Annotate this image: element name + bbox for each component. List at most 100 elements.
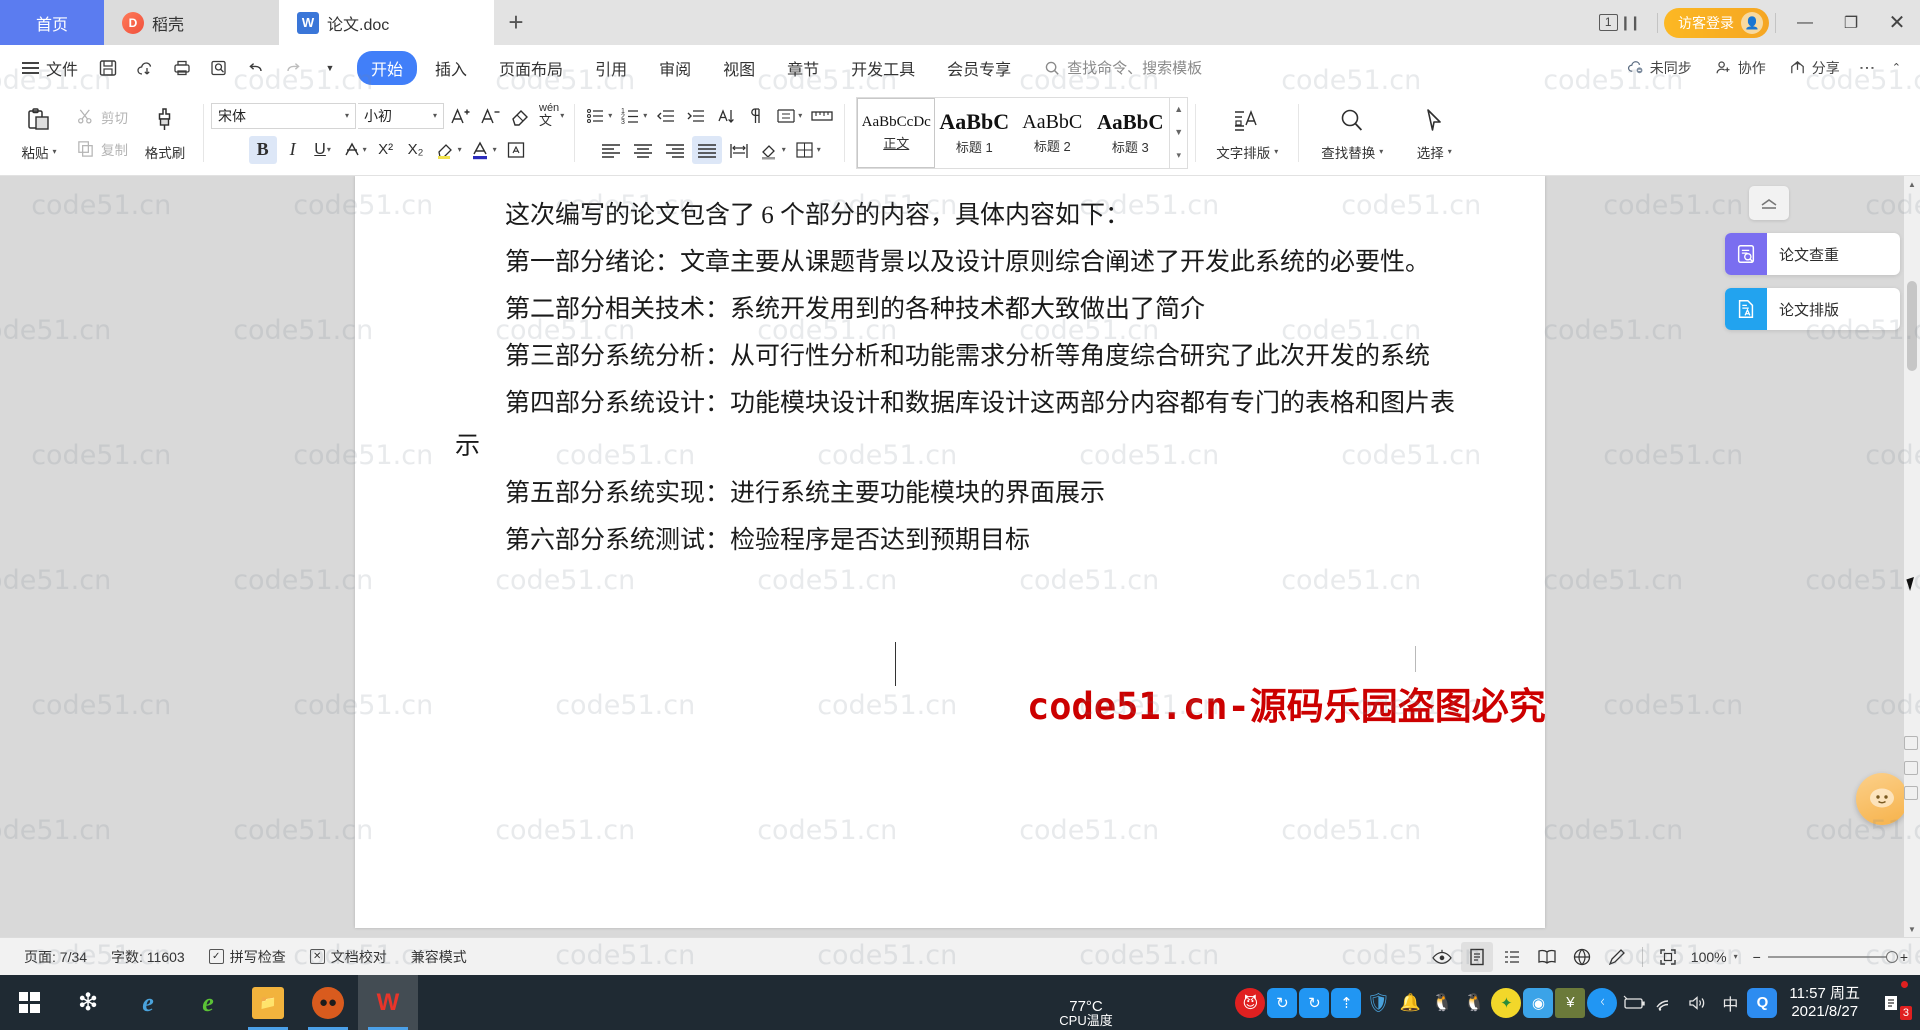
shrink-font-button[interactable]	[476, 102, 504, 130]
zoom-slider[interactable]: − +	[1753, 949, 1908, 965]
font-color-button[interactable]: ▾	[467, 136, 500, 164]
qq-music-icon[interactable]: ✦	[1491, 987, 1522, 1018]
pinwheel-app-icon[interactable]: ❇	[58, 975, 118, 1030]
italic-button[interactable]: I	[279, 136, 307, 164]
collapse-panel-icon[interactable]	[1749, 186, 1789, 220]
bullet-list-button[interactable]: ▾	[582, 102, 615, 130]
style-heading-2[interactable]: AaBbC 标题 2	[1013, 98, 1091, 168]
undo-icon[interactable]	[239, 52, 273, 84]
previous-page-icon[interactable]	[1904, 736, 1918, 750]
ribbon-tab-section[interactable]: 章节	[773, 51, 833, 85]
numbered-list-button[interactable]: 123 ▾	[617, 102, 650, 130]
ribbon-tab-member[interactable]: 会员专享	[933, 51, 1025, 85]
align-center-button[interactable]	[628, 136, 658, 164]
command-search[interactable]: 查找命令、搜索模板	[1043, 57, 1202, 78]
document-text-body[interactable]: 这次编写的论文包含了 6 个部分的内容，具体内容如下： 第一部分绪论：文章主要从…	[455, 194, 1455, 566]
expand-gallery-icon[interactable]: ▾	[1176, 150, 1181, 161]
ime-chinese-icon[interactable]: 中	[1715, 975, 1745, 1030]
new-tab-button[interactable]: +	[494, 0, 538, 45]
ribbon-tab-insert[interactable]: 插入	[421, 51, 481, 85]
money-tray-icon[interactable]: ¥	[1555, 987, 1586, 1018]
volume-icon[interactable]	[1683, 975, 1713, 1030]
copy-button[interactable]: 复制	[70, 137, 134, 161]
wifi-icon[interactable]	[1651, 975, 1681, 1030]
fullscreen-icon[interactable]	[1652, 942, 1684, 972]
save-icon[interactable]	[91, 52, 125, 84]
notification-center-icon[interactable]: 3	[1872, 975, 1914, 1030]
increase-indent-button[interactable]	[682, 102, 710, 130]
file-menu-button[interactable]: 文件	[12, 52, 88, 84]
page-count-indicator[interactable]: 1 ❙❙	[1587, 14, 1651, 31]
restore-button[interactable]: ❐	[1828, 0, 1874, 45]
style-heading-3[interactable]: AaBbC 标题 3	[1091, 98, 1169, 168]
ribbon-tab-view[interactable]: 视图	[709, 51, 769, 85]
zoom-out-button[interactable]: −	[1753, 949, 1761, 965]
ribbon-tab-home[interactable]: 开始	[357, 50, 418, 85]
pinyin-guide-button[interactable]: wén 文 ▾	[536, 102, 567, 130]
ruler-button[interactable]	[807, 102, 837, 130]
outline-view-icon[interactable]	[1496, 942, 1528, 972]
character-border-button[interactable]	[502, 136, 530, 164]
share-button[interactable]: 分享	[1779, 58, 1849, 78]
guest-login-button[interactable]: 访客登录 👤	[1664, 7, 1769, 38]
ribbon-tab-review[interactable]: 审阅	[645, 51, 705, 85]
select-button[interactable]: 选择 ▾	[1398, 94, 1470, 172]
document-page[interactable]: 这次编写的论文包含了 6 个部分的内容，具体内容如下： 第一部分绪论：文章主要从…	[355, 176, 1546, 928]
redo-icon[interactable]	[276, 52, 310, 84]
bell-tray-icon[interactable]: 🔔	[1395, 988, 1425, 1018]
page-select-icon[interactable]	[1904, 761, 1918, 775]
decrease-indent-button[interactable]	[652, 102, 680, 130]
paper-check-button[interactable]: 论文查重	[1725, 233, 1900, 275]
sync-tray-icon-2[interactable]: ↻	[1299, 987, 1330, 1018]
scroll-down-icon[interactable]: ▼	[1174, 127, 1183, 137]
print-layout-icon[interactable]	[1460, 941, 1493, 972]
pen-icon[interactable]	[1601, 942, 1633, 972]
document-canvas[interactable]: 这次编写的论文包含了 6 个部分的内容，具体内容如下： 第一部分绪论：文章主要从…	[0, 176, 1920, 937]
file-explorer-icon[interactable]: 📁	[238, 975, 298, 1030]
assistant-bubble-icon[interactable]	[1856, 773, 1908, 825]
collapse-ribbon-icon[interactable]: ⌃	[1883, 61, 1910, 74]
zoom-level[interactable]: 100% ▾	[1687, 949, 1742, 965]
taskbar-clock[interactable]: 11:57 周五 2021/8/27	[1779, 985, 1870, 1021]
format-painter-button[interactable]: 格式刷	[134, 94, 196, 172]
qq-tray-icon-2[interactable]: 🐧	[1459, 988, 1489, 1018]
page-indicator[interactable]: 页面: 7/34	[12, 947, 99, 967]
scroll-up-icon[interactable]: ▲	[1174, 104, 1183, 114]
paste-button[interactable]: 粘贴 ▾	[8, 94, 70, 172]
align-right-button[interactable]	[660, 136, 690, 164]
scroll-down-icon[interactable]: ▼	[1904, 921, 1920, 937]
qq-tray-icon-1[interactable]: 🐧	[1427, 988, 1457, 1018]
shading-button[interactable]: ▾	[756, 136, 789, 164]
tab-home[interactable]: 首页	[0, 0, 104, 45]
minimize-button[interactable]: —	[1782, 0, 1828, 45]
style-heading-1[interactable]: AaBbC 标题 1	[935, 98, 1013, 168]
tab-document[interactable]: W 论文.doc	[279, 0, 494, 45]
collaborate-button[interactable]: 协作	[1705, 58, 1775, 78]
raccoon-app-icon[interactable]: ●●	[298, 975, 358, 1030]
ribbon-tab-references[interactable]: 引用	[581, 51, 641, 85]
customize-caret-icon[interactable]: ▼	[313, 52, 347, 84]
upload-tray-icon[interactable]: ⇡	[1331, 987, 1362, 1018]
red-mask-tray-icon[interactable]: 😈	[1235, 987, 1266, 1018]
bluetooth-icon[interactable]: ᚲ	[1587, 987, 1618, 1018]
360-browser-icon[interactable]: e	[178, 975, 238, 1030]
save-as-cloud-icon[interactable]	[128, 52, 162, 84]
strikethrough-button[interactable]: ▾	[339, 136, 370, 164]
zoom-in-button[interactable]: +	[1900, 949, 1908, 965]
sync-tray-icon-1[interactable]: ↻	[1267, 987, 1298, 1018]
web-layout-icon[interactable]	[1566, 942, 1598, 972]
font-size-combobox[interactable]: 小初 ▾	[358, 102, 444, 129]
proofread-toggle[interactable]: ✕ 文档校对	[298, 947, 399, 967]
show-marks-button[interactable]	[742, 102, 770, 130]
close-button[interactable]: ✕	[1874, 0, 1920, 45]
spellcheck-toggle[interactable]: ✓ 拼写检查	[197, 947, 298, 967]
superscript-button[interactable]: X²	[372, 136, 400, 164]
line-rule-button[interactable]: ▾	[772, 102, 805, 130]
bold-button[interactable]: B	[248, 135, 277, 164]
next-page-icon[interactable]	[1904, 786, 1918, 800]
cut-button[interactable]: 剪切	[70, 105, 134, 129]
distribute-button[interactable]	[724, 136, 754, 164]
typography-button[interactable]: 文字排版 ▾	[1203, 94, 1291, 172]
tab-docer[interactable]: D 稻壳	[104, 0, 279, 45]
eye-icon[interactable]	[1426, 942, 1458, 972]
